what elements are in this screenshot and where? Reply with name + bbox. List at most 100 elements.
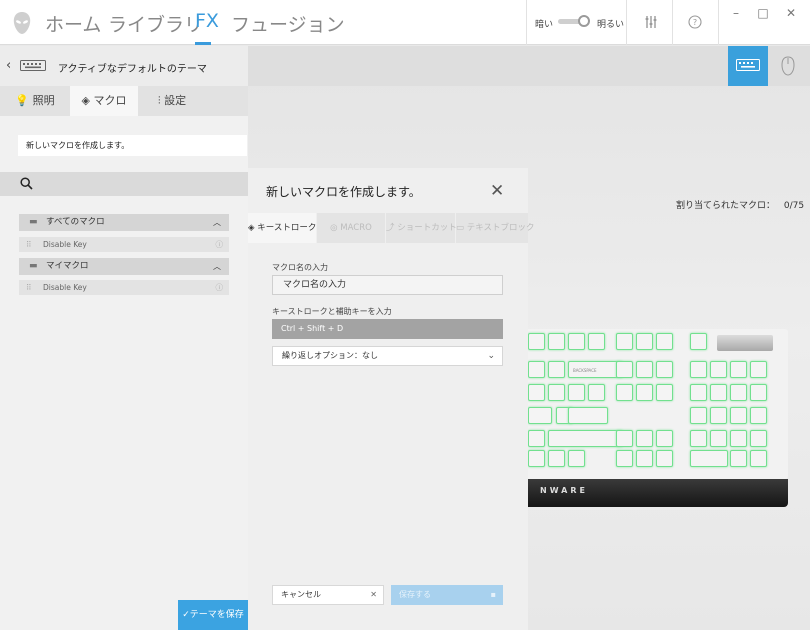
repeat-option-select[interactable]: 繰り返しオプション：なし ⌄ <box>272 346 503 366</box>
tab-settings[interactable]: ⫶ 設定 <box>138 86 206 116</box>
keyboard-key <box>588 333 605 350</box>
tab-macro[interactable]: ◈ マクロ <box>70 86 138 116</box>
device-strip <box>248 46 810 86</box>
left-panel <box>0 46 248 630</box>
assigned-macros-label: 割り当てられたマクロ： <box>676 201 776 211</box>
maximize-button[interactable]: □ <box>753 6 773 20</box>
close-icon[interactable]: ✕ <box>490 181 504 201</box>
keyboard-brand-text: NWARE <box>540 486 588 495</box>
tab-shortcut-label: ショートカット <box>397 223 457 233</box>
keyboard-key <box>616 384 633 401</box>
drag-handle-icon[interactable]: ⠿ <box>26 237 32 252</box>
collapse-chevron-icon[interactable]: ︿ <box>213 258 221 275</box>
brightness-slider-knob[interactable] <box>578 15 590 27</box>
tab-keystroke[interactable]: ◈ キーストローク <box>248 213 316 243</box>
tab-shortcut[interactable]: ⤴ ショートカット <box>386 213 457 243</box>
drag-handle-icon[interactable]: ⠿ <box>26 280 32 295</box>
keyboard-key <box>750 430 767 447</box>
macro-group-mine[interactable]: ▬ マイマクロ ︿ <box>19 258 229 275</box>
keyboard-key <box>690 430 707 447</box>
equalizer-settings-icon[interactable] <box>643 14 659 30</box>
keystroke-input[interactable]: Ctrl + Shift + D <box>272 319 503 339</box>
macro-search-bar[interactable] <box>0 172 248 196</box>
keyboard-key <box>588 384 605 401</box>
chevron-down-icon: ⌄ <box>487 351 495 361</box>
save-label: 保存する <box>399 590 431 599</box>
layers-icon: ◈ <box>81 94 90 107</box>
divider <box>526 0 527 45</box>
nav-active-indicator <box>195 42 211 45</box>
bulb-icon: 💡 <box>15 94 30 107</box>
divider <box>626 0 627 45</box>
nav-fx[interactable]: FX <box>195 10 219 32</box>
save-macro-button[interactable]: 保存する ▪ <box>391 585 503 605</box>
keyboard-key <box>690 450 728 467</box>
macro-list-item[interactable]: ⠿ Disable Key ⓘ <box>19 237 229 252</box>
keyboard-key <box>636 333 653 350</box>
cancel-button[interactable]: キャンセル ✕ <box>272 585 384 605</box>
keyboard-key <box>636 384 653 401</box>
mouse-device-icon[interactable] <box>781 56 795 76</box>
assigned-macros-counter: 割り当てられたマクロ： 0/75 <box>676 198 804 211</box>
save-theme-button[interactable]: ✓テーマを保存 <box>178 600 248 630</box>
keyboard-key <box>656 384 673 401</box>
sliders-icon: ⫶ <box>157 94 161 107</box>
layers-icon: ◈ <box>248 223 255 233</box>
search-icon[interactable] <box>20 177 33 190</box>
divider <box>718 0 719 45</box>
keyboard-key <box>528 450 545 467</box>
keyboard-key <box>636 361 653 378</box>
keyboard-key <box>548 430 623 447</box>
keyboard-key <box>568 333 585 350</box>
keyboard-key <box>750 384 767 401</box>
close-icon: ✕ <box>370 590 377 599</box>
shortcut-icon: ⤴ <box>386 223 395 233</box>
folder-icon: ▬ <box>29 217 38 227</box>
keyboard-key <box>710 384 727 401</box>
macro-item-label: Disable Key <box>43 240 87 249</box>
tab-text-block[interactable]: ▭ テキストブロック <box>456 213 534 243</box>
assigned-macros-count: 0/75 <box>783 201 805 211</box>
macro-group-mine-label: マイマクロ <box>46 261 89 271</box>
brightness-bright-label: 明るい <box>597 20 625 30</box>
record-icon: ◎ <box>330 223 338 233</box>
keyboard-key <box>568 407 608 424</box>
keyboard-key <box>730 450 747 467</box>
tab-macro-label: マクロ <box>93 94 127 107</box>
keyboard-key <box>750 450 767 467</box>
keyboard-key <box>730 407 747 424</box>
folder-icon: ▬ <box>29 261 38 271</box>
info-icon[interactable]: ⓘ <box>216 237 224 252</box>
keyboard-key <box>656 361 673 378</box>
keyboard-key <box>548 333 565 350</box>
keyboard-key <box>548 450 565 467</box>
dialog-title: 新しいマクロを作成します。 <box>266 185 421 199</box>
backspace-key-legend: BACKSPACE <box>573 368 597 373</box>
nav-fusion[interactable]: フュージョン <box>231 10 345 37</box>
macro-item-label: Disable Key <box>43 283 87 292</box>
keystroke-label: キーストロークと補助キーを入力 <box>272 307 392 316</box>
collapse-chevron-icon[interactable]: ︿ <box>213 214 221 231</box>
help-icon[interactable]: ? <box>687 14 703 30</box>
tab-settings-label: 設定 <box>164 94 187 107</box>
new-macro-note[interactable]: 新しいマクロを作成します。 <box>18 135 247 156</box>
macro-list-item[interactable]: ⠿ Disable Key ⓘ <box>19 280 229 295</box>
close-window-button[interactable]: ✕ <box>781 6 801 20</box>
tab-lighting[interactable]: 💡 照明 <box>0 86 70 116</box>
brightness-dark-label: 暗い <box>535 20 554 30</box>
back-chevron-icon[interactable]: ‹ <box>6 58 11 73</box>
macro-name-label: マクロ名の入力 <box>272 263 328 272</box>
device-keyboard-button[interactable] <box>728 46 768 86</box>
keyboard-key <box>710 430 727 447</box>
macro-group-all[interactable]: ▬ すべてのマクロ ︿ <box>19 214 229 231</box>
keyboard-key <box>528 407 552 424</box>
minimize-button[interactable]: – <box>726 6 746 20</box>
keyboard-key <box>730 430 747 447</box>
tab-macro-recorder[interactable]: ◎ MACRO <box>317 213 385 243</box>
alienware-logo-icon <box>13 12 31 34</box>
nav-library[interactable]: ライブラリ <box>108 10 203 37</box>
macro-name-input[interactable]: マクロ名の入力 <box>272 275 503 295</box>
keyboard-key <box>656 430 673 447</box>
nav-home[interactable]: ホーム <box>45 10 101 37</box>
info-icon[interactable]: ⓘ <box>216 280 224 295</box>
